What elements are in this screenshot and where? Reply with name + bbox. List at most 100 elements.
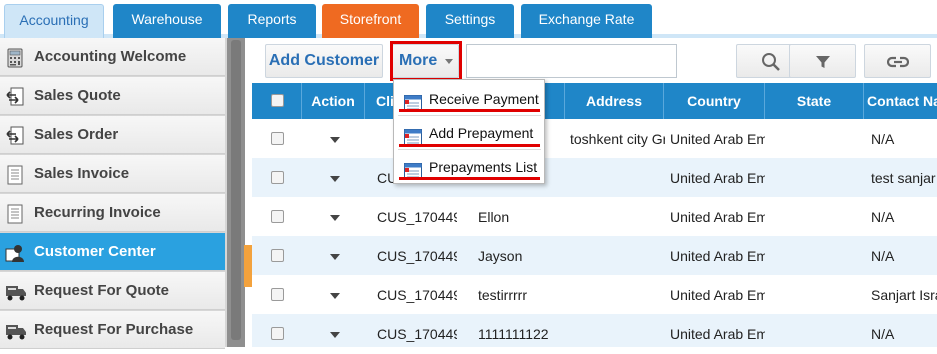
sidebar-item-sales-invoice[interactable]: Sales Invoice <box>0 155 225 193</box>
contact-name-cell: test sanjar t <box>871 170 937 186</box>
sidebar-item-label: Sales Quote <box>34 87 121 104</box>
action-dropdown-icon[interactable] <box>330 293 340 299</box>
search-icon <box>761 52 781 75</box>
table-row[interactable]: CUS_170449 Ellon United Arab Em N/A <box>252 197 937 237</box>
sidebar-item-request-for-quote[interactable]: Request For Quote <box>0 272 225 310</box>
sidebar-item-label: Recurring Invoice <box>34 204 161 221</box>
menu-separator <box>398 115 541 116</box>
tab-warehouse[interactable]: Warehouse <box>113 4 221 38</box>
customer-name-cell: testirrrrr <box>478 287 527 303</box>
select-all-checkbox[interactable] <box>271 94 284 107</box>
link-button[interactable] <box>864 44 931 78</box>
prepayments-list-underline <box>399 177 540 180</box>
column-header-contact-name[interactable]: Contact Na <box>864 83 937 119</box>
table-row[interactable]: CU United Arab Em test sanjar t <box>252 158 937 198</box>
column-header-state[interactable]: State <box>765 83 864 119</box>
action-dropdown-icon[interactable] <box>330 254 340 260</box>
sidebar-scrollbar-thumb[interactable] <box>231 40 241 340</box>
tab-reports[interactable]: Reports <box>228 4 316 38</box>
customer-id-cell: CUS_170449 <box>377 209 457 225</box>
tab-accounting[interactable]: Accounting <box>4 4 104 38</box>
column-header-id[interactable]: Cli <box>365 83 395 119</box>
form-icon <box>404 159 422 179</box>
table-row[interactable]: CUS_170449 testirrrrr United Arab Em San… <box>252 275 937 315</box>
address-cell: toshkent city Gr <box>570 131 665 147</box>
top-tab-bar: Accounting Warehouse Reports Storefront … <box>0 0 937 38</box>
customer-id-cell: CUS_170449 <box>377 326 457 342</box>
contact-name-cell: N/A <box>871 248 895 264</box>
column-header-country[interactable]: Country <box>664 83 765 119</box>
truck-icon <box>5 321 26 341</box>
grid-header: Action Cli Address Country State Contact… <box>252 83 937 119</box>
sidebar-item-label: Accounting Welcome <box>34 48 187 65</box>
receive-payment-underline <box>399 109 540 112</box>
state-cell <box>770 236 860 276</box>
tab-exchange-rate[interactable]: Exchange Rate <box>521 4 652 38</box>
sidebar: Accounting Welcome Sales Quote Sales Ord… <box>0 38 245 349</box>
contact-name-cell: N/A <box>871 326 895 342</box>
exchange-doc-icon <box>5 126 25 146</box>
country-cell: United Arab Em <box>670 248 765 264</box>
add-customer-button[interactable]: Add Customer <box>265 44 383 78</box>
menu-separator <box>398 149 541 150</box>
address-cell <box>570 197 665 237</box>
sidebar-item-accounting-welcome[interactable]: Accounting Welcome <box>0 38 225 76</box>
row-checkbox[interactable] <box>271 210 284 223</box>
customer-name-cell: Jayson <box>478 248 523 264</box>
sidebar-item-label: Request For Purchase <box>34 321 194 338</box>
toolbar: Add Customer More <box>252 38 937 83</box>
sidebar-collapse-handle[interactable] <box>244 245 252 287</box>
action-dropdown-icon[interactable] <box>330 137 340 143</box>
table-row[interactable]: CUS_170449 1111111122 United Arab Em N/A <box>252 314 937 347</box>
filter-icon <box>815 54 831 73</box>
row-checkbox[interactable] <box>271 327 284 340</box>
sidebar-item-sales-order[interactable]: Sales Order <box>0 116 225 154</box>
address-cell <box>570 275 665 315</box>
sidebar-item-request-for-purchase[interactable]: Request For Purchase <box>0 311 225 349</box>
tab-settings[interactable]: Settings <box>426 4 514 38</box>
truck-icon <box>5 282 26 302</box>
filter-button[interactable] <box>789 44 856 78</box>
action-dropdown-icon[interactable] <box>330 215 340 221</box>
row-checkbox[interactable] <box>271 132 284 145</box>
sidebar-item-label: Request For Quote <box>34 282 170 299</box>
country-cell: United Arab Em <box>670 131 765 147</box>
row-checkbox[interactable] <box>271 249 284 262</box>
country-cell: United Arab Em <box>670 170 765 186</box>
action-dropdown-icon[interactable] <box>330 176 340 182</box>
row-checkbox[interactable] <box>271 288 284 301</box>
row-checkbox[interactable] <box>271 171 284 184</box>
link-icon <box>886 54 910 73</box>
sidebar-item-sales-quote[interactable]: Sales Quote <box>0 77 225 115</box>
search-input[interactable] <box>466 44 677 78</box>
customer-id-cell: CUS_170449 <box>377 248 457 264</box>
add-prepayment-underline <box>399 144 540 147</box>
country-cell: United Arab Em <box>670 209 765 225</box>
document-icon <box>5 165 25 185</box>
contact-name-cell: N/A <box>871 209 895 225</box>
state-cell <box>770 119 860 159</box>
sidebar-item-recurring-invoice[interactable]: Recurring Invoice <box>0 194 225 232</box>
table-row[interactable]: CUS_170449 Jayson United Arab Em N/A <box>252 236 937 276</box>
form-icon <box>404 91 422 111</box>
column-header-address[interactable]: Address <box>565 83 664 119</box>
column-header-action[interactable]: Action <box>302 83 365 119</box>
address-cell <box>570 236 665 276</box>
tab-storefront[interactable]: Storefront <box>322 4 419 38</box>
form-icon <box>404 125 422 145</box>
customer-name-cell: Ellon <box>478 209 510 225</box>
action-dropdown-icon[interactable] <box>330 332 340 338</box>
sidebar-item-customer-center[interactable]: Customer Center <box>0 233 225 271</box>
table-row[interactable]: toshkent city Gr United Arab Em N/A <box>252 119 937 159</box>
sidebar-item-label: Sales Invoice <box>34 165 130 182</box>
customer-name-cell: 1111111122 <box>478 326 549 342</box>
address-cell <box>570 314 665 354</box>
address-cell <box>570 158 665 198</box>
document-icon <box>5 204 25 224</box>
more-dropdown-menu: Receive Payment Add Prepayment Prepaymen… <box>393 79 545 184</box>
state-cell <box>770 314 860 354</box>
country-cell: United Arab Em <box>670 287 765 303</box>
select-all-header <box>252 83 302 119</box>
contact-name-cell: N/A <box>871 131 895 147</box>
exchange-doc-icon <box>5 87 25 107</box>
